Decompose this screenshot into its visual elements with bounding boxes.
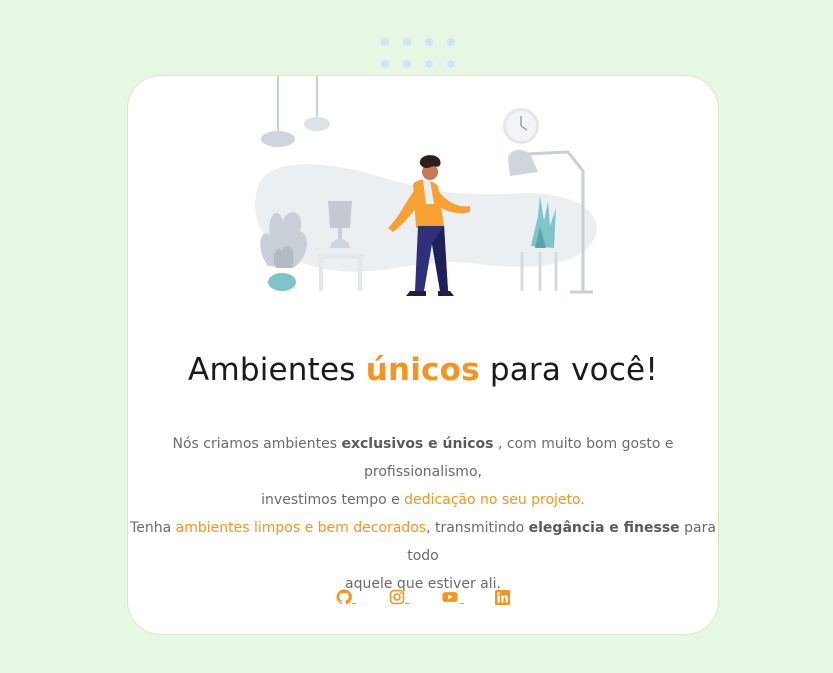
intro-card: Ambientes únicos para você! Nós criamos …	[127, 75, 719, 635]
github-link[interactable]	[335, 587, 356, 605]
page-title: Ambientes únicos para você!	[128, 352, 718, 388]
intro-highlight-text: dedicação no seu projeto.	[404, 492, 585, 508]
instagram-icon	[389, 589, 404, 605]
intro-bold-text: exclusivos e únicos	[341, 436, 494, 452]
youtube-link[interactable]	[441, 587, 464, 605]
github-icon	[335, 589, 352, 605]
intro-text: Nós criamos ambientes	[172, 436, 342, 452]
instagram-link[interactable]	[389, 587, 409, 605]
intro-highlight-text: ambientes limpos e bem decorados	[175, 520, 427, 536]
linkedin-icon	[494, 590, 510, 605]
interior-illustration	[255, 76, 597, 296]
title-prefix: Ambientes	[188, 352, 366, 388]
intro-text: Tenha	[130, 520, 176, 536]
title-accent: únicos	[365, 352, 480, 388]
intro-bold-text: elegância e finesse	[528, 520, 680, 536]
youtube-icon	[441, 592, 458, 602]
linkedin-link[interactable]	[494, 587, 511, 605]
intro-paragraph: Nós criamos ambientes exclusivos e único…	[128, 430, 718, 598]
intro-text: investimos tempo e	[261, 492, 405, 508]
title-suffix: para você!	[479, 352, 658, 388]
intro-text: , transmitindo	[426, 520, 529, 536]
social-links	[128, 587, 718, 605]
